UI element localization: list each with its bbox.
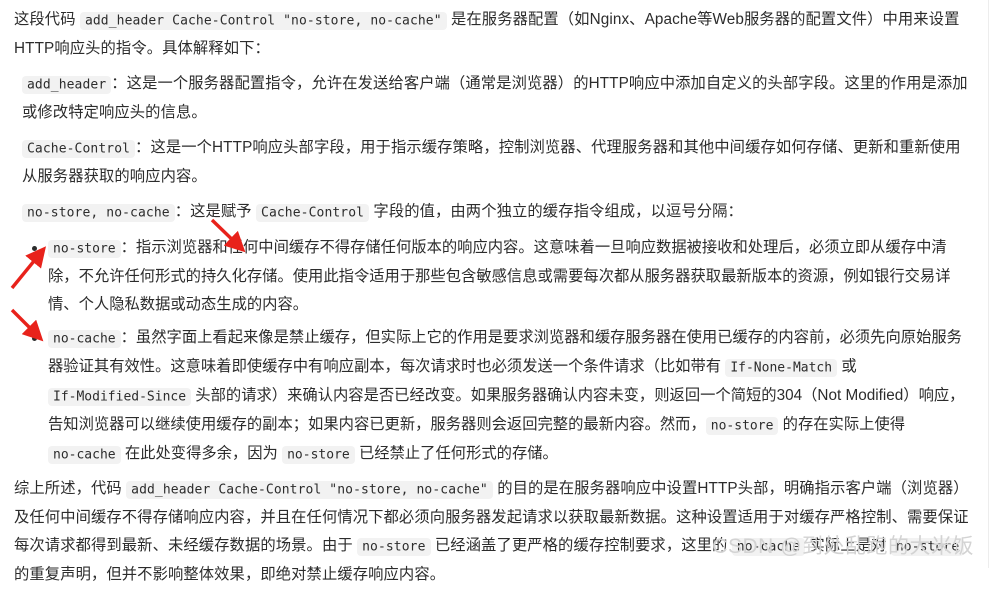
article-body: 这段代码 add_header Cache-Control "no-store,…: [0, 0, 989, 583]
list-item-no-store: no-store ：指示浏览器和任何中间缓存不得存储任何版本的响应内容。这意味着一…: [32, 234, 974, 319]
inline-code-if-none-match: If-None-Match: [725, 358, 838, 377]
no-cache-seg-2: 或: [837, 358, 857, 375]
inline-code-directive: add_header Cache-Control "no-store, no-c…: [79, 11, 447, 30]
definition-add-header: add_header ：这是一个服务器配置指令，允许在发送给客户端（通常是浏览器）…: [14, 70, 974, 127]
intro-paragraph: 这段代码 add_header Cache-Control "no-store,…: [14, 6, 974, 63]
no-cache-seg-6: 已经禁止了任何形式的存储。: [354, 445, 558, 462]
definition-add-header-text: ：这是一个服务器配置指令，允许在发送给客户端（通常是浏览器）的HTTP响应中添加…: [22, 75, 968, 121]
inline-code-no-store-no-cache: no-store, no-cache: [22, 203, 175, 222]
inline-code-add-header: add_header: [22, 75, 112, 94]
inline-code-cache-control-ref: Cache-Control: [256, 203, 370, 222]
inline-code-directive-summary: add_header Cache-Control "no-store, no-c…: [126, 480, 493, 499]
definition-cache-control: Cache-Control ：这是一个HTTP响应头部字段，用于指示缓存策略，控制…: [14, 134, 974, 191]
definition-directive-values: no-store, no-cache ：这是赋予 Cache-Control 字段…: [14, 198, 974, 227]
intro-text-before: 这段代码: [14, 11, 80, 28]
inline-code-no-store: no-store: [48, 239, 121, 258]
inline-code-if-modified-since: If-Modified-Since: [48, 387, 192, 406]
no-cache-seg-5: 在此处变得多余，因为: [120, 445, 283, 462]
csdn-watermark: CSDN @到处乱跑的大米饭: [712, 535, 974, 558]
inline-code-no-store-summary-1: no-store: [357, 537, 431, 556]
definition-cache-control-text: ：这是一个HTTP响应头部字段，用于指示缓存策略，控制浏览器、代理服务器和其他中…: [22, 139, 961, 185]
value-line-text-before: ：这是赋予: [174, 203, 257, 220]
summary-seg-3: 已经涵盖了更严格的缓存控制要求，这里的: [430, 537, 732, 554]
inline-code-no-cache-ref-1: no-cache: [48, 445, 121, 464]
summary-seg-1: 综上所述，代码: [14, 480, 127, 497]
inline-code-cache-control: Cache-Control: [22, 139, 136, 158]
list-item-no-cache: no-cache ：虽然字面上看起来像是禁止缓存，但实际上它的作用是要求浏览器和缓…: [32, 324, 974, 469]
no-cache-seg-4: 的存在实际上使得: [778, 416, 906, 433]
directive-list: no-store ：指示浏览器和任何中间缓存不得存储任何版本的响应内容。这意味着一…: [14, 234, 974, 469]
value-line-text-after: 字段的值，由两个独立的缓存指令组成，以逗号分隔：: [369, 203, 743, 220]
list-item-no-store-text: ：指示浏览器和任何中间缓存不得存储任何版本的响应内容。这意味着一旦响应数据被接收…: [48, 239, 951, 313]
inline-code-no-store-ref-2: no-store: [282, 445, 355, 464]
inline-code-no-cache: no-cache: [48, 329, 121, 348]
summary-seg-5: 的重复声明，但并不影响整体效果，即绝对禁止缓存响应内容。: [14, 566, 446, 583]
inline-code-no-store-ref-1: no-store: [705, 416, 779, 435]
